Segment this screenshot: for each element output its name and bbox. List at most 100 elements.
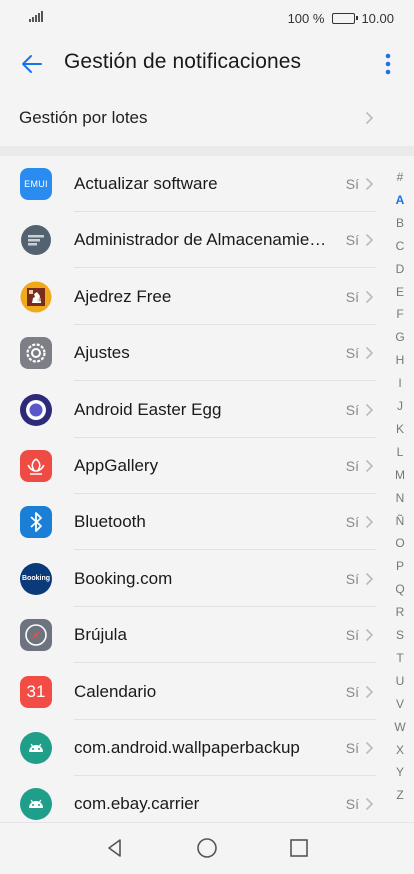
status-right: 100 % 10.00 — [288, 9, 394, 27]
app-list-item[interactable]: 31 Calendario Sí — [0, 664, 414, 720]
battery-icon — [332, 12, 359, 24]
calendar-icon: 31 — [20, 675, 52, 708]
app-list-item[interactable]: com.android.wallpaperbackup Sí — [0, 720, 414, 776]
app-list-item[interactable]: Bluetooth Sí — [0, 494, 414, 551]
app-list-item[interactable]: Ajedrez Free Sí — [0, 269, 414, 325]
back-button[interactable] — [14, 46, 50, 82]
index-letter[interactable]: X — [386, 743, 414, 757]
app-list-item[interactable]: Booking Booking.com Sí — [0, 551, 414, 607]
notification-status: Sí — [345, 232, 359, 249]
circle-home-icon — [197, 838, 217, 858]
app-bar: Gestión de notificaciones — [0, 36, 414, 90]
app-name: Booking.com — [74, 568, 173, 588]
app-name: Bluetooth — [74, 512, 146, 532]
settings-gear-icon — [20, 337, 52, 370]
chevron-right-icon — [365, 403, 374, 416]
index-letter[interactable]: Ñ — [386, 514, 414, 528]
index-letter[interactable]: Z — [386, 788, 414, 802]
index-letter[interactable]: W — [386, 720, 414, 734]
index-letter[interactable]: V — [386, 697, 414, 711]
notification-status: Sí — [345, 514, 359, 531]
index-letter[interactable]: U — [386, 674, 414, 688]
index-letter[interactable]: J — [386, 399, 414, 413]
status-bar: 100 % 10.00 — [0, 0, 414, 36]
index-letter[interactable]: L — [386, 445, 414, 459]
index-letter[interactable]: G — [386, 330, 414, 344]
index-letter[interactable]: Q — [386, 582, 414, 596]
nav-back-button[interactable] — [103, 836, 127, 860]
app-list[interactable]: EMUI Actualizar software Sí Administrador d… — [0, 156, 414, 822]
batch-management-item[interactable]: Gestión por lotes — [0, 90, 414, 146]
app-name: Administrador de Almacenamiento — [74, 230, 328, 250]
square-recents-icon — [290, 839, 308, 857]
clock: 10.00 — [361, 10, 394, 26]
navigation-bar — [0, 822, 414, 874]
index-letter[interactable]: C — [386, 239, 414, 253]
index-letter[interactable]: N — [386, 491, 414, 505]
index-letter[interactable]: R — [386, 605, 414, 619]
page-title: Gestión de notificaciones — [64, 50, 302, 73]
app-list-item[interactable]: AppGallery Sí — [0, 438, 414, 494]
chevron-right-icon — [365, 572, 374, 585]
index-letter[interactable]: F — [386, 307, 414, 321]
app-name: Android Easter Egg — [74, 399, 222, 419]
app-list-item[interactable]: Brújula Sí — [0, 607, 414, 664]
chevron-right-icon — [365, 629, 374, 642]
index-letter[interactable]: H — [386, 353, 414, 367]
index-letter[interactable]: M — [386, 468, 414, 482]
app-list-item[interactable]: Android Easter Egg Sí — [0, 382, 414, 438]
app-name: Actualizar software — [74, 174, 218, 193]
chevron-right-icon — [365, 111, 374, 125]
chevron-right-icon — [365, 798, 374, 811]
app-list-item[interactable]: com.ebay.carrier Sí — [0, 776, 414, 822]
index-letter[interactable]: P — [386, 559, 414, 573]
notification-status: Sí — [345, 345, 359, 362]
camera-notch — [150, 0, 264, 30]
notification-status: Sí — [345, 740, 359, 756]
nav-recents-button[interactable] — [287, 836, 311, 860]
index-letter[interactable]: K — [386, 422, 414, 436]
index-letter[interactable]: # — [386, 170, 414, 184]
index-letter[interactable]: I — [386, 376, 414, 390]
storage-manager-icon — [20, 224, 52, 256]
back-arrow-icon — [22, 55, 42, 73]
alphabet-index[interactable]: # A B C D E F G H I J K L M N Ñ O P Q R S T U V W X Y Z — [386, 170, 414, 810]
notification-status: Sí — [345, 627, 359, 644]
chevron-right-icon — [365, 685, 374, 698]
notification-status: Sí — [345, 401, 359, 418]
app-list-item[interactable]: Administrador de Almacenamiento Sí — [0, 212, 414, 269]
app-name: com.android.wallpaperbackup — [74, 738, 300, 757]
emui-update-icon: EMUI — [20, 168, 52, 200]
chevron-right-icon — [365, 516, 374, 529]
chevron-right-icon — [365, 290, 374, 303]
app-name: Ajedrez Free — [74, 286, 172, 306]
index-letter[interactable]: O — [386, 536, 414, 550]
android-icon — [20, 732, 52, 764]
notification-status: Sí — [345, 176, 359, 192]
easter-egg-icon — [20, 393, 52, 426]
appgallery-icon — [20, 450, 52, 482]
notification-status: Sí — [345, 683, 359, 700]
android-icon — [20, 788, 52, 821]
nav-home-button[interactable] — [195, 836, 219, 860]
signal-strength-icon — [29, 11, 43, 22]
notification-status: Sí — [345, 288, 359, 305]
chess-icon — [20, 281, 52, 313]
bluetooth-icon — [20, 506, 52, 539]
app-list-item[interactable]: EMUI Actualizar software Sí — [0, 156, 414, 212]
battery-percent: 100 % — [287, 10, 325, 26]
chevron-right-icon — [365, 177, 374, 191]
app-list-item[interactable]: Ajustes Sí — [0, 325, 414, 382]
app-name: AppGallery — [74, 456, 159, 475]
more-options-button[interactable] — [370, 46, 406, 82]
index-letter[interactable]: A — [386, 193, 414, 207]
index-letter[interactable]: E — [386, 285, 414, 299]
index-letter[interactable]: Y — [386, 765, 414, 779]
index-letter[interactable]: D — [386, 262, 414, 276]
app-name: Ajustes — [74, 343, 130, 363]
chevron-right-icon — [365, 459, 374, 473]
triangle-back-icon — [108, 839, 121, 857]
index-letter[interactable]: B — [386, 216, 414, 230]
index-letter[interactable]: T — [386, 651, 414, 665]
index-letter[interactable]: S — [386, 628, 414, 642]
